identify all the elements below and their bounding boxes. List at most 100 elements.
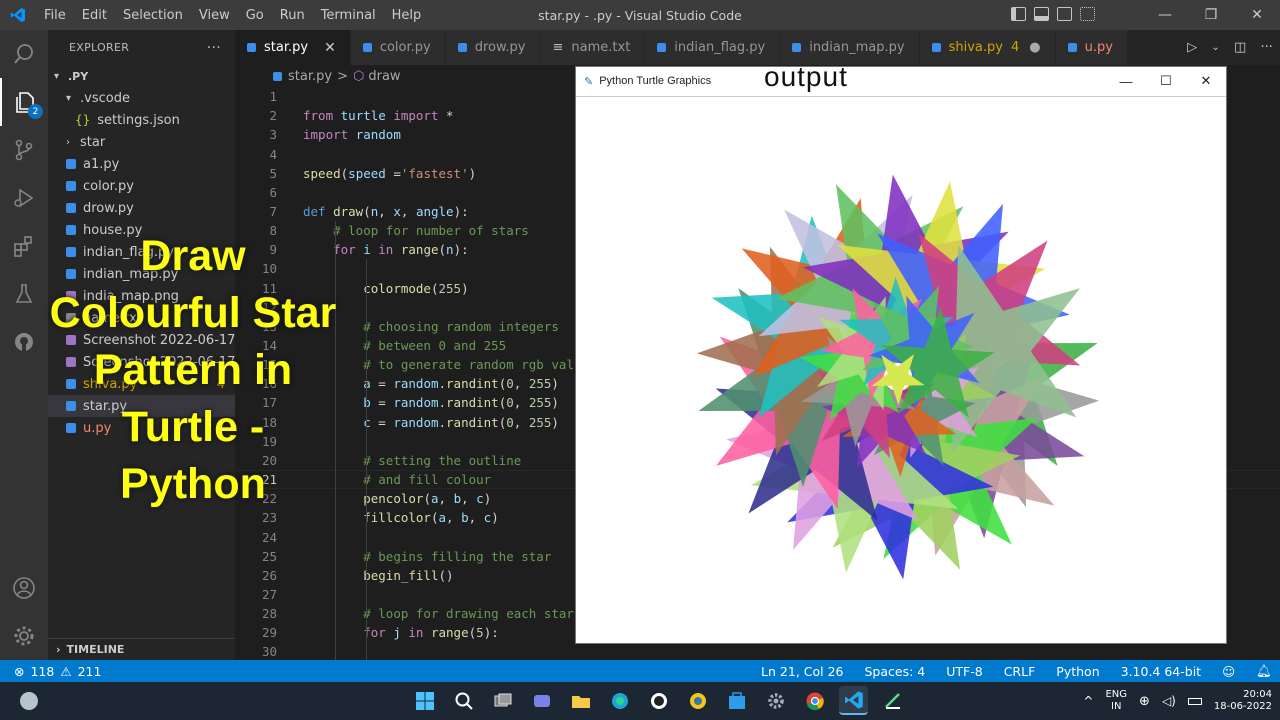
more-actions-icon[interactable]: ··· bbox=[1260, 40, 1272, 55]
close-button[interactable]: ✕ bbox=[1234, 0, 1280, 30]
python-interpreter[interactable]: 3.10.4 64-bit bbox=[1121, 664, 1201, 679]
split-editor-icon[interactable]: ◫ bbox=[1234, 40, 1246, 55]
turtle-close-button[interactable]: ✕ bbox=[1186, 67, 1226, 95]
task-view-icon[interactable] bbox=[488, 686, 517, 715]
toggle-panel-icon[interactable] bbox=[1034, 7, 1049, 21]
tab-indian-map-py[interactable]: indian_map.py bbox=[780, 30, 920, 65]
start-button-icon[interactable] bbox=[410, 686, 439, 715]
settings-gear-icon[interactable] bbox=[761, 686, 790, 715]
python-turtle-taskbar-icon[interactable] bbox=[878, 686, 907, 715]
menu-file[interactable]: File bbox=[36, 8, 74, 23]
turtle-minimize-button[interactable]: — bbox=[1106, 67, 1146, 95]
store-icon[interactable] bbox=[722, 686, 751, 715]
indentation[interactable]: Spaces: 4 bbox=[865, 664, 926, 679]
line-endings[interactable]: CRLF bbox=[1004, 664, 1036, 679]
customize-layout-icon[interactable] bbox=[1080, 7, 1095, 21]
tab-star-py[interactable]: star.py ✕ bbox=[235, 30, 351, 65]
chrome-icon[interactable] bbox=[800, 686, 829, 715]
region-code: IN bbox=[1111, 701, 1122, 712]
tab-label: indian_flag.py bbox=[674, 40, 766, 55]
battery-icon[interactable] bbox=[1187, 697, 1202, 705]
tree-item-star-folder[interactable]: › star bbox=[48, 131, 235, 153]
github-desktop-icon[interactable] bbox=[644, 686, 673, 715]
minimize-button[interactable]: — bbox=[1142, 0, 1188, 30]
code-text: # begins filling the star bbox=[363, 548, 552, 564]
tab-shiva-py[interactable]: shiva.py 4 ● bbox=[919, 30, 1056, 65]
accounts-icon[interactable] bbox=[0, 564, 48, 612]
menu-edit[interactable]: Edit bbox=[74, 8, 115, 23]
edge-browser-icon[interactable] bbox=[605, 686, 634, 715]
feather-icon: ✎ bbox=[584, 75, 594, 88]
overlay-line: Draw bbox=[140, 232, 246, 280]
encoding[interactable]: UTF-8 bbox=[946, 664, 982, 679]
error-icon[interactable]: ⊗ bbox=[14, 664, 24, 679]
toggle-sidebar-icon[interactable] bbox=[1011, 7, 1026, 21]
tab-u-py[interactable]: u.py bbox=[1055, 30, 1128, 65]
tree-item-drow[interactable]: drow.py bbox=[48, 197, 235, 219]
menu-go[interactable]: Go bbox=[238, 8, 272, 23]
turtle-window-title: Python Turtle Graphics bbox=[599, 75, 712, 87]
tab-color-py[interactable]: color.py bbox=[350, 30, 446, 65]
timeline-section[interactable]: › TIMELINE bbox=[48, 638, 235, 660]
vscode-logo-icon bbox=[0, 0, 36, 30]
weather-icon[interactable] bbox=[20, 692, 38, 710]
menu-selection[interactable]: Selection bbox=[115, 8, 191, 23]
volume-icon[interactable]: ◁) bbox=[1162, 694, 1176, 708]
tab-close-icon[interactable]: ✕ bbox=[324, 40, 336, 56]
tab-drow-py[interactable]: drow.py bbox=[445, 30, 541, 65]
tree-item-a1[interactable]: a1.py bbox=[48, 153, 235, 175]
editor-actions: ▷ ⌄ ◫ ··· bbox=[1180, 30, 1280, 65]
file-explorer-icon[interactable] bbox=[566, 686, 595, 715]
feedback-icon[interactable]: ☺ bbox=[1222, 664, 1235, 679]
warning-icon[interactable]: ⚠ bbox=[60, 664, 71, 679]
line-number: 24 bbox=[261, 529, 277, 545]
line-number: 30 bbox=[261, 644, 277, 660]
tree-item-color[interactable]: color.py bbox=[48, 175, 235, 197]
menu-run[interactable]: Run bbox=[272, 8, 313, 23]
tree-item-settings-json[interactable]: {} settings.json bbox=[48, 109, 235, 131]
text-file-icon: ≡ bbox=[552, 40, 564, 55]
clock[interactable]: 20:04 18-06-2022 bbox=[1214, 689, 1272, 713]
explorer-more-icon[interactable]: ··· bbox=[207, 40, 221, 56]
breadcrumb-file[interactable]: star.py bbox=[288, 69, 332, 84]
window-controls: — ❐ ✕ bbox=[1142, 0, 1280, 30]
taskbar-apps bbox=[410, 686, 907, 715]
language-indicator[interactable]: ENG IN bbox=[1105, 689, 1127, 713]
chevron-down-icon[interactable]: ⌄ bbox=[1211, 42, 1219, 53]
settings-gear-icon[interactable] bbox=[0, 612, 48, 660]
breadcrumb-symbol[interactable]: draw bbox=[368, 69, 400, 84]
windows-taskbar: ^ ENG IN ⊕ ◁) 20:04 18-06-2022 bbox=[0, 682, 1280, 720]
source-control-icon[interactable] bbox=[0, 126, 48, 174]
menu-terminal[interactable]: Terminal bbox=[313, 8, 384, 23]
notifications-bell-icon[interactable]: 🔔︎ bbox=[1256, 663, 1272, 679]
teams-chat-icon[interactable] bbox=[527, 686, 556, 715]
python-file-icon bbox=[362, 43, 372, 52]
network-globe-icon[interactable]: ⊕ bbox=[1139, 694, 1150, 709]
chevron-up-icon[interactable]: ^ bbox=[1083, 694, 1093, 708]
indent-guide bbox=[366, 259, 367, 662]
python-idle-icon[interactable] bbox=[683, 686, 712, 715]
cursor-position[interactable]: Ln 21, Col 26 bbox=[761, 664, 843, 679]
search-icon[interactable] bbox=[449, 686, 478, 715]
tab-name-txt[interactable]: ≡ name.txt bbox=[540, 30, 646, 65]
turtle-maximize-button[interactable]: ☐ bbox=[1146, 67, 1186, 95]
warning-count[interactable]: 211 bbox=[78, 664, 102, 679]
tree-root-folder[interactable]: ▾ .PY bbox=[48, 65, 235, 87]
line-number: 6 bbox=[269, 184, 277, 200]
tree-item-vscode[interactable]: ▾ .vscode bbox=[48, 87, 235, 109]
error-count[interactable]: 118 bbox=[30, 664, 54, 679]
code-line[interactable]: 30 bbox=[235, 642, 1280, 661]
run-play-icon[interactable]: ▷ bbox=[1187, 40, 1197, 55]
language-mode[interactable]: Python bbox=[1056, 664, 1099, 679]
maximize-button[interactable]: ❐ bbox=[1188, 0, 1234, 30]
clock-time: 20:04 bbox=[1243, 689, 1272, 700]
vscode-taskbar-icon[interactable] bbox=[839, 686, 868, 715]
toggle-secondary-sidebar-icon[interactable] bbox=[1057, 7, 1072, 21]
search-icon[interactable] bbox=[0, 30, 48, 78]
menu-view[interactable]: View bbox=[191, 8, 238, 23]
menu-help[interactable]: Help bbox=[384, 8, 430, 23]
python-file-icon bbox=[66, 203, 76, 213]
explorer-icon[interactable]: 2 bbox=[0, 78, 48, 126]
tab-indian-flag-py[interactable]: indian_flag.py bbox=[645, 30, 781, 65]
run-debug-icon[interactable] bbox=[0, 174, 48, 222]
